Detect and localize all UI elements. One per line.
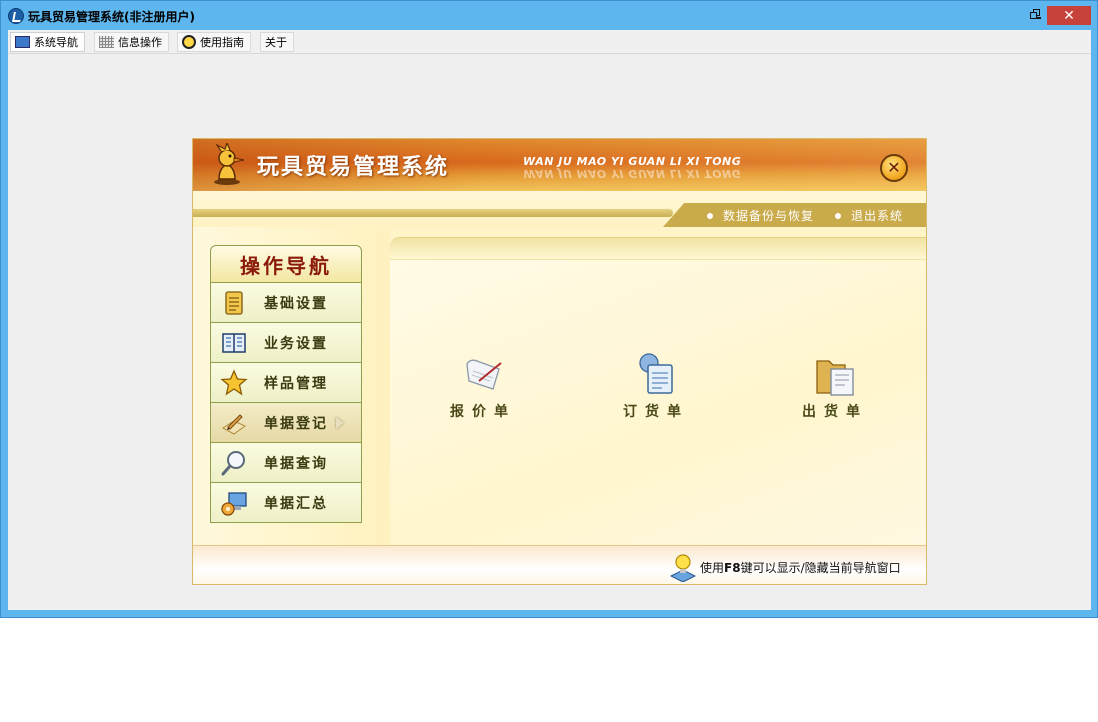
nav-item-sample-management[interactable]: 样品管理 (210, 363, 362, 403)
hint-suffix: 键可以显示/隐藏当前导航窗口 (740, 561, 901, 575)
nav-item-label: 样品管理 (264, 375, 328, 392)
link-label: 数据备份与恢复 (723, 209, 815, 223)
action-bar: 数据备份与恢复 退出系统 (193, 191, 926, 227)
close-icon: ✕ (1063, 7, 1075, 24)
scroll-icon (466, 359, 502, 390)
nav-item-label: 业务设置 (264, 335, 328, 352)
hint-key: F8 (724, 561, 741, 575)
doc-label: 报价单 (450, 404, 516, 420)
tab-about[interactable]: 关于 (260, 32, 294, 52)
shipment-order-button[interactable]: 出货单 (785, 351, 885, 421)
tab-info-operation[interactable]: 信息操作 (94, 32, 169, 52)
computer-gear-icon (221, 491, 247, 516)
link-label: 退出系统 (851, 209, 904, 223)
footer-hint: 使用F8键可以显示/隐藏当前导航窗口 (700, 559, 901, 576)
nav-item-document-query[interactable]: 单据查询 (210, 443, 362, 483)
nav-header: 操作导航 (210, 245, 362, 283)
nav-item-document-summary[interactable]: 单据汇总 (210, 483, 362, 523)
tab-label: 信息操作 (118, 36, 162, 49)
book-icon (222, 332, 246, 353)
clipboard-gear-icon (639, 353, 673, 394)
banner: 玩具贸易管理系统 WAN JU MAO YI GUAN LI XI TONG W… (193, 139, 926, 191)
banner-title: 玩具贸易管理系统 (257, 155, 450, 180)
pencil-icon (222, 413, 246, 435)
bullet-icon (707, 212, 713, 219)
nav-item-label: 单据登记 (264, 415, 328, 432)
backup-restore-link[interactable]: 数据备份与恢复 (707, 207, 814, 224)
close-button[interactable]: ✕ (1047, 6, 1091, 25)
bullet-icon (835, 212, 841, 219)
nav-item-business-settings[interactable]: 业务设置 (210, 323, 362, 363)
menu-bar: 系统导航 信息操作 使用指南 关于 (8, 30, 1091, 54)
grid-icon (99, 36, 114, 48)
folder-doc-icon (816, 360, 854, 396)
monitor-icon (15, 36, 30, 48)
purchase-order-button[interactable]: 订货单 (606, 351, 706, 421)
nav-item-label: 单据汇总 (264, 495, 328, 512)
quotation-button[interactable]: 报价单 (433, 351, 533, 421)
window-title: 玩具贸易管理系统(非注册用户) (28, 10, 195, 24)
help-icon (182, 35, 196, 49)
lightbulb-icon (669, 554, 697, 582)
banner-subtitle-reflection: WAN JU MAO YI GUAN LI XI TONG (523, 167, 742, 180)
close-icon: ✕ (887, 158, 901, 177)
title-bar[interactable]: 玩具贸易管理系统(非注册用户) ✕ (1, 1, 1097, 30)
tab-label: 关于 (265, 36, 287, 49)
tab-label: 系统导航 (34, 36, 78, 49)
app-logo-icon (8, 8, 24, 24)
doc-label: 订货单 (623, 404, 689, 420)
nav-item-document-entry[interactable]: 单据登记 (210, 403, 362, 443)
tab-label: 使用指南 (200, 36, 244, 49)
panel-close-button[interactable]: ✕ (880, 154, 908, 182)
chevron-right-icon (336, 416, 344, 429)
mascot-icon (214, 143, 245, 185)
nav-item-basic-settings[interactable]: 基础设置 (210, 283, 362, 323)
nav-item-label: 单据查询 (264, 455, 328, 472)
hint-prefix: 使用 (700, 561, 725, 575)
navigation-panel: 玩具贸易管理系统 WAN JU MAO YI GUAN LI XI TONG W… (192, 138, 927, 585)
tab-system-navigation[interactable]: 系统导航 (10, 32, 85, 52)
star-icon (220, 368, 248, 395)
nav-item-label: 基础设置 (264, 295, 328, 312)
tab-user-guide[interactable]: 使用指南 (177, 32, 251, 52)
content-header-band (390, 237, 926, 259)
doc-label: 出货单 (802, 404, 868, 420)
exit-system-link[interactable]: 退出系统 (835, 207, 903, 224)
restore-button[interactable] (1030, 9, 1040, 19)
decorative-stripe (193, 209, 673, 217)
ledger-icon (225, 290, 243, 315)
magnifier-icon (221, 450, 245, 475)
restore-icon-front (1030, 12, 1037, 19)
footer-bar: 使用F8键可以显示/隐藏当前导航窗口 (193, 545, 926, 584)
